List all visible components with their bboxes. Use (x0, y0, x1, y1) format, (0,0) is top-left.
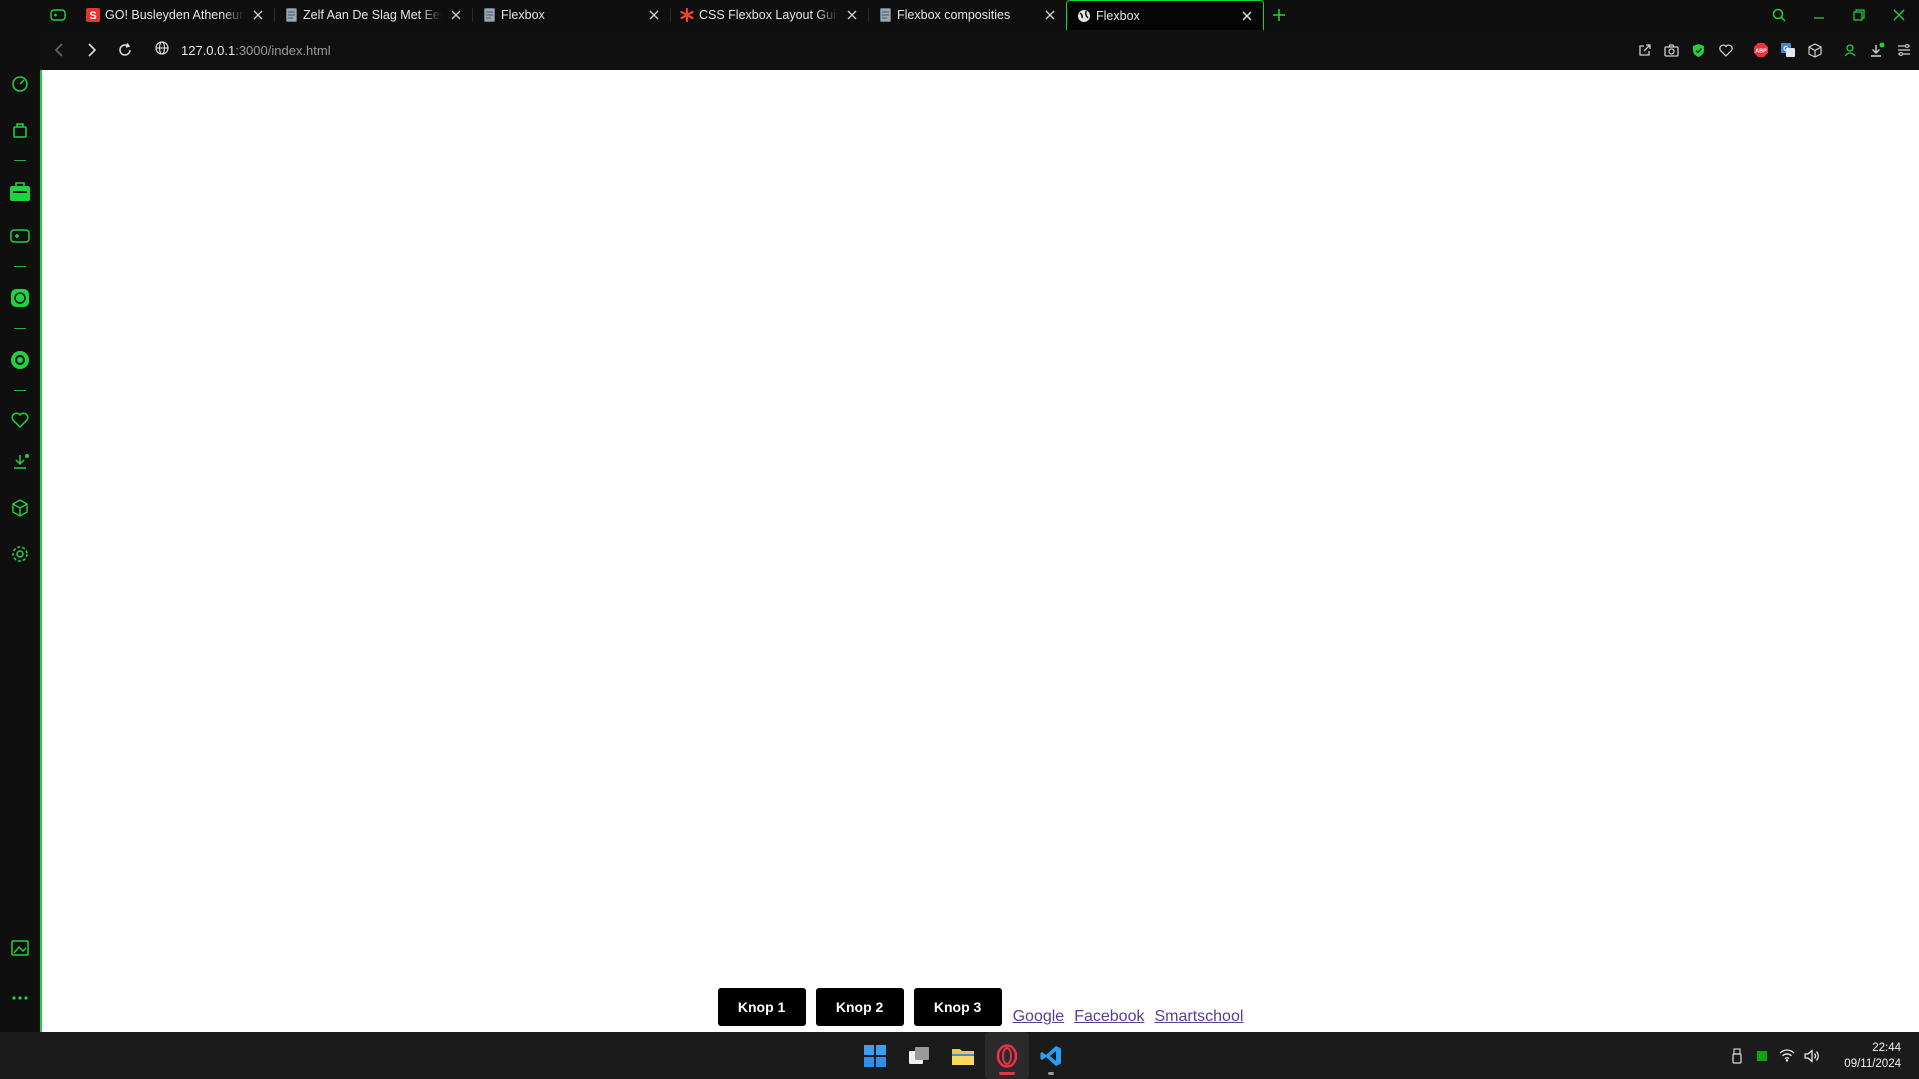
easy-setup-menu-icon[interactable] (1890, 30, 1917, 70)
close-icon[interactable] (1239, 8, 1255, 24)
heart-icon[interactable] (8, 408, 32, 432)
status-green-square-icon[interactable] (1749, 1050, 1774, 1062)
facebook-link[interactable]: Facebook (1074, 1008, 1144, 1026)
windows-start-icon[interactable] (853, 1032, 897, 1079)
tab-title: Flexbox (501, 8, 545, 22)
page-viewport: Knop 1 Knop 2 Knop 3 Google Facebook Sma… (40, 70, 1919, 1032)
page-icon (878, 8, 892, 22)
tab-flexbox-composities[interactable]: Flexbox composities (868, 0, 1066, 30)
close-icon[interactable] (844, 7, 860, 23)
abp-extension-icon[interactable]: ABP (1747, 30, 1774, 70)
screen: S GO! Busleyden Atheneum 2 Zelf Aan De S… (0, 0, 1919, 1079)
opera-gx-taskbar-icon[interactable] (985, 1032, 1029, 1079)
css-tricks-icon (680, 8, 694, 22)
new-tab-plus-icon[interactable] (1264, 0, 1294, 30)
adblock-shield-icon[interactable] (1685, 30, 1712, 70)
task-view-icon[interactable] (897, 1032, 941, 1079)
tab-title: GO! Busleyden Atheneum 2 (105, 8, 244, 22)
file-explorer-icon[interactable] (941, 1032, 985, 1079)
search-icon[interactable] (1759, 0, 1799, 30)
url-field[interactable]: 127.0.0.1:3000/index.html (155, 36, 331, 64)
profile-icon[interactable] (1836, 30, 1863, 70)
player-icon[interactable] (8, 348, 32, 372)
translate-extension-icon[interactable]: G (1774, 30, 1801, 70)
page-footer: Knop 1 Knop 2 Knop 3 Google Facebook Sma… (42, 988, 1919, 1026)
page-icon (482, 8, 496, 22)
downloads-icon[interactable] (8, 450, 32, 474)
close-icon[interactable] (1042, 7, 1058, 23)
svg-text:S: S (89, 10, 96, 22)
knop-3-button[interactable]: Knop 3 (913, 988, 1002, 1026)
wifi-icon[interactable] (1774, 1049, 1799, 1062)
running-indicator (999, 1072, 1015, 1075)
tab-island-gamepad-icon[interactable] (40, 0, 76, 30)
settings-gear-icon[interactable] (8, 542, 32, 566)
chatgpt-icon[interactable] (8, 286, 32, 310)
tab-css-flexbox-guide[interactable]: CSS Flexbox Layout Guide | (670, 0, 868, 30)
sidebar (0, 0, 40, 1032)
reload-icon[interactable] (108, 30, 141, 70)
opera-menu-icon[interactable] (0, 0, 40, 30)
download-icon[interactable] (1863, 30, 1890, 70)
url-text: 127.0.0.1:3000/index.html (181, 43, 331, 58)
close-icon[interactable] (646, 7, 662, 23)
volume-icon[interactable] (1799, 1048, 1824, 1063)
page-icon (284, 8, 298, 22)
svg-text:G: G (1783, 46, 1789, 53)
url-host: 127.0.0.1 (181, 42, 236, 58)
tab-zelf-aan-de-slag[interactable]: Zelf Aan De Slag Met Een E (274, 0, 472, 30)
usb-device-icon[interactable] (1724, 1047, 1749, 1064)
snapshot-camera-icon[interactable] (1658, 30, 1685, 70)
gx-control-icon[interactable] (8, 72, 32, 96)
system-tray: 22:44 09/11/2024 (1724, 1032, 1919, 1079)
forward-icon[interactable] (75, 30, 108, 70)
extensions-cube-icon[interactable] (8, 496, 32, 520)
taskbar-apps (853, 1032, 1073, 1079)
running-indicator (1048, 1072, 1054, 1075)
globe-icon (1077, 9, 1091, 23)
site-info-globe-icon[interactable] (155, 40, 169, 60)
restore-icon[interactable] (1839, 0, 1879, 30)
extensions-cube-icon[interactable] (1801, 30, 1828, 70)
knop-2-button[interactable]: Knop 2 (815, 988, 904, 1026)
address-bar-row: 127.0.0.1:3000/index.html ABP G (40, 30, 1919, 70)
clock[interactable]: 22:44 09/11/2024 (1844, 1040, 1901, 1072)
svg-text:ABP: ABP (1755, 49, 1767, 55)
clock-time: 22:44 (1872, 1041, 1901, 1054)
tab-title: Flexbox composities (897, 8, 1011, 22)
tab-title: CSS Flexbox Layout Guide | (699, 8, 838, 22)
tab-title: Flexbox (1096, 8, 1140, 23)
footer-links: Google Facebook Smartschool (1013, 1008, 1244, 1026)
share-icon[interactable] (1631, 30, 1658, 70)
vscode-icon[interactable] (1029, 1032, 1073, 1079)
url-path: :3000/index.html (235, 42, 331, 58)
gamepad-icon[interactable] (8, 224, 32, 248)
tab-flexbox-1[interactable]: Flexbox (472, 0, 670, 30)
clock-date: 09/11/2024 (1844, 1057, 1901, 1070)
tab-strip: S GO! Busleyden Atheneum 2 Zelf Aan De S… (0, 0, 1919, 30)
close-window-icon[interactable] (1879, 0, 1919, 30)
bookmark-heart-icon[interactable] (1712, 30, 1739, 70)
smartschool-icon: S (86, 8, 100, 22)
tab-title: Zelf Aan De Slag Met Een E (303, 8, 442, 22)
wallpaper-icon[interactable] (8, 936, 32, 960)
close-icon[interactable] (448, 7, 464, 23)
back-icon[interactable] (42, 30, 75, 70)
gx-corner-icon[interactable] (8, 118, 32, 142)
toolbar-right: ABP G (1631, 30, 1919, 70)
minimize-icon[interactable] (1799, 0, 1839, 30)
windows-taskbar: 22:44 09/11/2024 (0, 1032, 1919, 1079)
more-options-icon[interactable] (8, 986, 32, 1010)
tab-flexbox-active[interactable]: Flexbox (1066, 0, 1264, 30)
smartschool-link[interactable]: Smartschool (1154, 1008, 1243, 1026)
tab-busleyden[interactable]: S GO! Busleyden Atheneum 2 (76, 0, 274, 30)
knop-1-button[interactable]: Knop 1 (717, 988, 806, 1026)
window-controls (1759, 0, 1919, 30)
close-icon[interactable] (250, 7, 266, 23)
google-link[interactable]: Google (1013, 1008, 1065, 1026)
workspace-icon[interactable] (8, 180, 32, 204)
